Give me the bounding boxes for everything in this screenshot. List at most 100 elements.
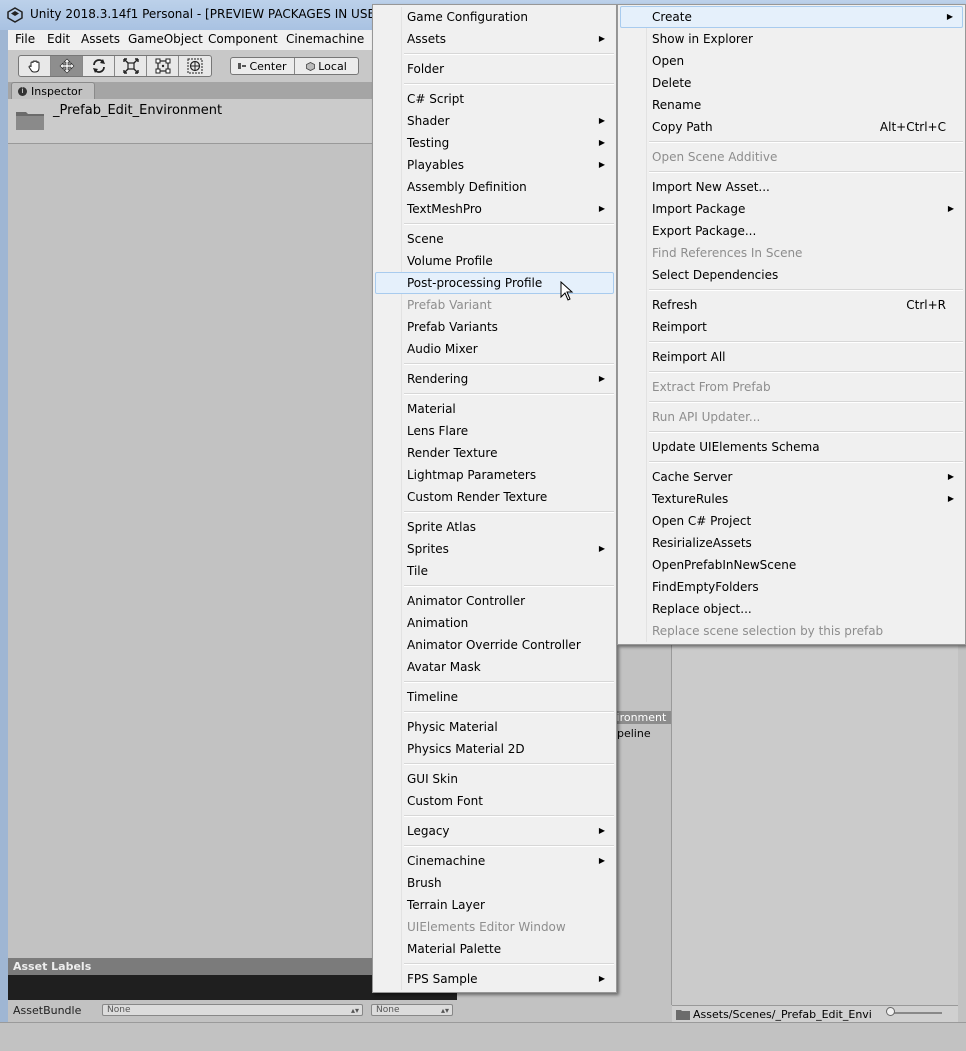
move-tool-button[interactable] bbox=[51, 56, 83, 76]
menu-item-assembly-definition[interactable]: Assembly Definition bbox=[375, 176, 614, 198]
menu-item-animation[interactable]: Animation bbox=[375, 612, 614, 634]
menu-item-resirializeassets[interactable]: ResirializeAssets bbox=[620, 532, 963, 554]
menu-item-findemptyfolders[interactable]: FindEmptyFolders bbox=[620, 576, 963, 598]
space-local-button[interactable]: Local bbox=[295, 58, 358, 74]
menu-item-lens-flare[interactable]: Lens Flare bbox=[375, 420, 614, 442]
menu-item-physic-material[interactable]: Physic Material bbox=[375, 716, 614, 738]
menu-item-rendering[interactable]: Rendering ▶ bbox=[375, 368, 614, 390]
menu-item-update-uielements-schema[interactable]: Update UIElements Schema bbox=[620, 436, 963, 458]
menu-item-fps-sample[interactable]: FPS Sample ▶ bbox=[375, 968, 614, 990]
panel-divider[interactable] bbox=[671, 645, 672, 1005]
menu-item-delete[interactable]: Delete bbox=[620, 72, 963, 94]
menu-item-label: Replace object... bbox=[652, 602, 752, 616]
menu-gameobject[interactable]: GameObject bbox=[128, 32, 203, 46]
menu-item-replace-object[interactable]: Replace object... bbox=[620, 598, 963, 620]
menu-item-physics-material-2d[interactable]: Physics Material 2D bbox=[375, 738, 614, 760]
menu-item-export-package[interactable]: Export Package... bbox=[620, 220, 963, 242]
menu-item-volume-profile[interactable]: Volume Profile bbox=[375, 250, 614, 272]
menu-item-label: Reimport bbox=[652, 320, 707, 334]
menu-item-terrain-layer[interactable]: Terrain Layer bbox=[375, 894, 614, 916]
menu-item-custom-font[interactable]: Custom Font bbox=[375, 790, 614, 812]
menu-item-c-script[interactable]: C# Script bbox=[375, 88, 614, 110]
menu-item-shader[interactable]: Shader ▶ bbox=[375, 110, 614, 132]
menu-item-render-texture[interactable]: Render Texture bbox=[375, 442, 614, 464]
menu-item-animator-override-controller[interactable]: Animator Override Controller bbox=[375, 634, 614, 656]
project-tree-item[interactable]: peline bbox=[617, 727, 651, 740]
transform-tool-button[interactable] bbox=[179, 56, 210, 76]
rect-tool-button[interactable] bbox=[147, 56, 179, 76]
menu-item-label: Import New Asset... bbox=[652, 180, 770, 194]
assetbundle-select[interactable]: None ▴▾ bbox=[102, 1004, 363, 1016]
menu-item-open-c-project[interactable]: Open C# Project bbox=[620, 510, 963, 532]
assetbundle-row: AssetBundle None ▴▾ None ▴▾ bbox=[8, 1000, 457, 1021]
menu-item-assets[interactable]: Assets ▶ bbox=[375, 28, 614, 50]
menu-item-folder[interactable]: Folder bbox=[375, 58, 614, 80]
menu-item-brush[interactable]: Brush bbox=[375, 872, 614, 894]
icon-size-slider[interactable] bbox=[887, 1012, 942, 1014]
menu-item-rename[interactable]: Rename bbox=[620, 94, 963, 116]
menu-item-select-dependencies[interactable]: Select Dependencies bbox=[620, 264, 963, 286]
submenu-arrow-icon: ▶ bbox=[598, 204, 605, 213]
menu-item-reimport[interactable]: Reimport bbox=[620, 316, 963, 338]
pivot-center-button[interactable]: Center bbox=[231, 58, 295, 74]
menu-item-copy-path[interactable]: Copy Path Alt+Ctrl+C bbox=[620, 116, 963, 138]
menu-item-label: C# Script bbox=[407, 92, 465, 106]
menu-item-label: Show in Explorer bbox=[652, 32, 753, 46]
menu-item-lightmap-parameters[interactable]: Lightmap Parameters bbox=[375, 464, 614, 486]
menu-file[interactable]: File bbox=[15, 32, 35, 46]
menu-item-custom-render-texture[interactable]: Custom Render Texture bbox=[375, 486, 614, 508]
menu-item-openprefabinnewscene[interactable]: OpenPrefabInNewScene bbox=[620, 554, 963, 576]
menu-item-audio-mixer[interactable]: Audio Mixer bbox=[375, 338, 614, 360]
menu-item-label: Post-processing Profile bbox=[407, 276, 543, 290]
submenu-arrow-icon: ▶ bbox=[598, 138, 605, 147]
assetbundle-variant-select[interactable]: None ▴▾ bbox=[371, 1004, 453, 1016]
menu-item-refresh[interactable]: Refresh Ctrl+R bbox=[620, 294, 963, 316]
menu-item-cache-server[interactable]: Cache Server ▶ bbox=[620, 466, 963, 488]
rect-tool-icon bbox=[155, 58, 170, 74]
menu-assets[interactable]: Assets bbox=[81, 32, 120, 46]
menu-item-post-processing-profile[interactable]: Post-processing Profile bbox=[375, 272, 614, 294]
menu-item-textmeshpro[interactable]: TextMeshPro ▶ bbox=[375, 198, 614, 220]
menu-separator bbox=[649, 141, 963, 143]
menu-separator bbox=[404, 963, 614, 965]
menu-item-playables[interactable]: Playables ▶ bbox=[375, 154, 614, 176]
menu-item-sprite-atlas[interactable]: Sprite Atlas bbox=[375, 516, 614, 538]
menu-item-import-new-asset[interactable]: Import New Asset... bbox=[620, 176, 963, 198]
menu-item-cinemachine[interactable]: Cinemachine ▶ bbox=[375, 850, 614, 872]
menu-item-label: TextMeshPro bbox=[407, 202, 482, 216]
menu-item-tile[interactable]: Tile bbox=[375, 560, 614, 582]
menu-item-label: Sprite Atlas bbox=[407, 520, 477, 534]
menu-item-material[interactable]: Material bbox=[375, 398, 614, 420]
menu-cinemachine[interactable]: Cinemachine bbox=[286, 32, 364, 46]
menu-item-material-palette[interactable]: Material Palette bbox=[375, 938, 614, 960]
menu-item-game-configuration[interactable]: Game Configuration bbox=[375, 6, 614, 28]
menu-item-timeline[interactable]: Timeline bbox=[375, 686, 614, 708]
submenu-arrow-icon: ▶ bbox=[598, 826, 605, 835]
scale-tool-button[interactable] bbox=[115, 56, 147, 76]
hand-tool-button[interactable] bbox=[19, 56, 51, 76]
menu-item-prefab-variants[interactable]: Prefab Variants bbox=[375, 316, 614, 338]
menu-item-label: Render Texture bbox=[407, 446, 498, 460]
project-tree-item-selected[interactable]: vironment bbox=[617, 711, 671, 724]
menu-item-label: Find References In Scene bbox=[652, 246, 803, 260]
menu-item-testing[interactable]: Testing ▶ bbox=[375, 132, 614, 154]
menu-component[interactable]: Component bbox=[208, 32, 278, 46]
menu-item-texturerules[interactable]: TextureRules ▶ bbox=[620, 488, 963, 510]
menu-item-reimport-all[interactable]: Reimport All bbox=[620, 346, 963, 368]
menu-item-legacy[interactable]: Legacy ▶ bbox=[375, 820, 614, 842]
menu-item-create[interactable]: Create ▶ bbox=[620, 6, 963, 28]
menu-item-open[interactable]: Open bbox=[620, 50, 963, 72]
tab-inspector[interactable]: i Inspector bbox=[11, 82, 95, 99]
menu-item-import-package[interactable]: Import Package ▶ bbox=[620, 198, 963, 220]
menu-item-gui-skin[interactable]: GUI Skin bbox=[375, 768, 614, 790]
menu-item-sprites[interactable]: Sprites ▶ bbox=[375, 538, 614, 560]
menu-item-show-in-explorer[interactable]: Show in Explorer bbox=[620, 28, 963, 50]
transform-tool-icon bbox=[187, 58, 202, 74]
menu-edit[interactable]: Edit bbox=[47, 32, 70, 46]
rotate-tool-button[interactable] bbox=[83, 56, 115, 76]
icon-size-slider-knob[interactable] bbox=[886, 1007, 895, 1016]
menu-item-label: Animator Controller bbox=[407, 594, 526, 608]
menu-item-avatar-mask[interactable]: Avatar Mask bbox=[375, 656, 614, 678]
menu-item-scene[interactable]: Scene bbox=[375, 228, 614, 250]
menu-item-animator-controller[interactable]: Animator Controller bbox=[375, 590, 614, 612]
